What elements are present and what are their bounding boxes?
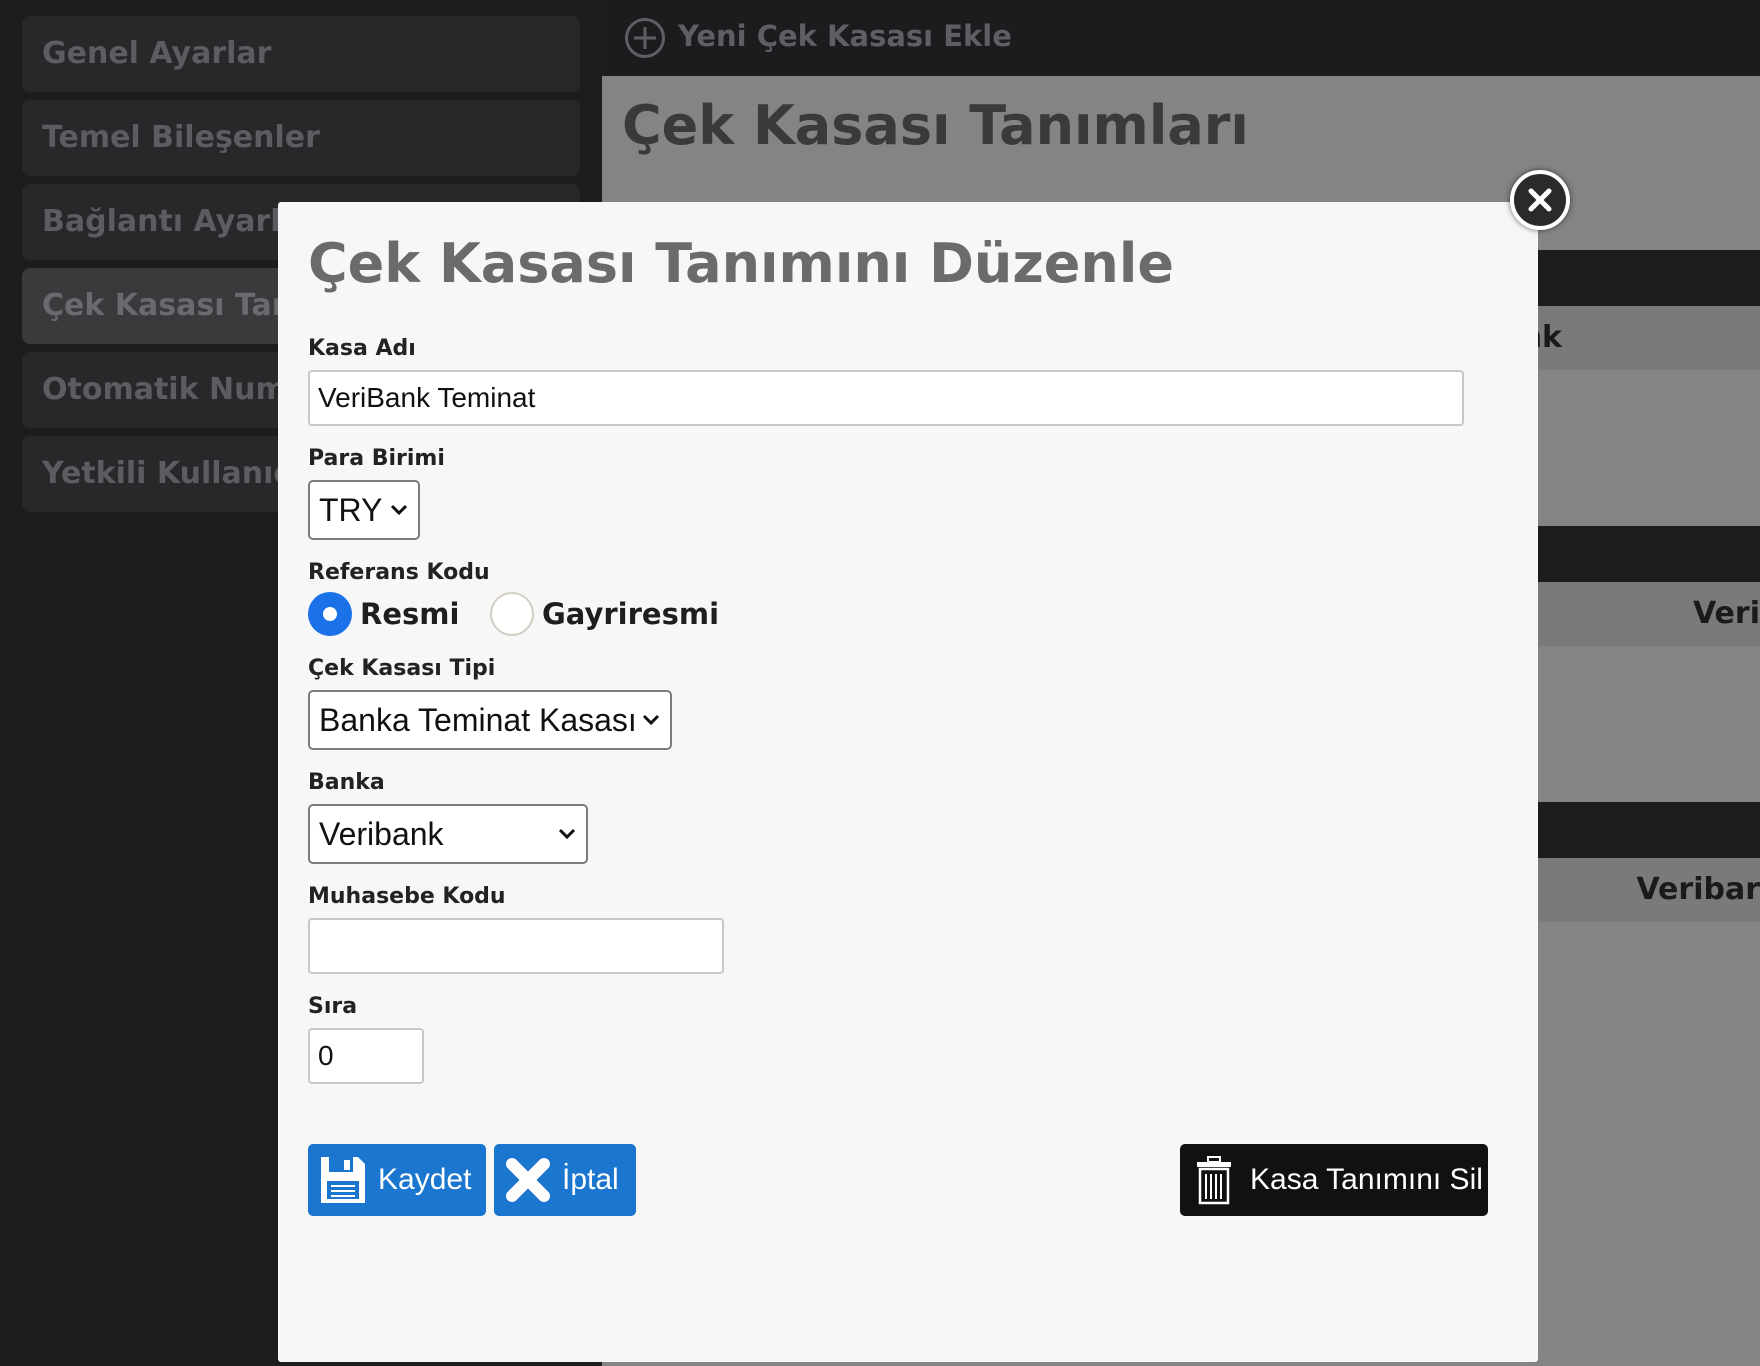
chevron-down-icon bbox=[390, 504, 408, 516]
floppy-disk-icon bbox=[321, 1157, 365, 1203]
x-icon bbox=[506, 1158, 550, 1202]
page-title: Çek Kasası Tanımları bbox=[622, 94, 1249, 157]
kasa-adi-input[interactable] bbox=[308, 370, 1464, 426]
radio-gayriresmi[interactable] bbox=[490, 592, 534, 636]
edit-check-box-modal: Çek Kasası Tanımını Düzenle Kasa Adı Par… bbox=[278, 202, 1538, 1362]
sira-label: Sıra bbox=[308, 994, 358, 1019]
add-new-check-box-link[interactable]: Yeni Çek Kasası Ekle bbox=[678, 0, 1012, 72]
close-icon bbox=[1528, 188, 1552, 212]
sidebar-item-genel-ayarlar[interactable]: Genel Ayarlar bbox=[22, 16, 580, 92]
radio-resmi[interactable] bbox=[308, 592, 352, 636]
top-bar: Yeni Çek Kasası Ekle bbox=[602, 0, 1760, 76]
cancel-button[interactable]: İptal bbox=[494, 1144, 636, 1216]
kasa-tipi-value: Banka Teminat Kasası bbox=[319, 702, 637, 738]
kasa-adi-label: Kasa Adı bbox=[308, 336, 416, 361]
radio-resmi-label[interactable]: Resmi bbox=[360, 592, 459, 636]
chevron-down-icon bbox=[642, 714, 660, 726]
sidebar-item-temel-bilesenler[interactable]: Temel Bileşenler bbox=[22, 100, 580, 176]
cancel-button-label: İptal bbox=[562, 1163, 619, 1196]
delete-button[interactable]: Kasa Tanımını Sil bbox=[1180, 1144, 1488, 1216]
modal-title: Çek Kasası Tanımını Düzenle bbox=[308, 232, 1174, 295]
radio-gayriresmi-label[interactable]: Gayriresmi bbox=[542, 592, 719, 636]
table-cell: Veribar bbox=[1636, 872, 1760, 907]
banka-select[interactable]: Veribank bbox=[308, 804, 588, 864]
delete-button-label: Kasa Tanımını Sil bbox=[1250, 1163, 1483, 1196]
close-modal-button[interactable] bbox=[1510, 170, 1570, 230]
trash-icon bbox=[1197, 1156, 1231, 1205]
banka-label: Banka bbox=[308, 770, 385, 795]
table-cell: Veri bbox=[1692, 596, 1760, 631]
muhasebe-kodu-label: Muhasebe Kodu bbox=[308, 884, 506, 909]
para-birimi-value: TRY bbox=[319, 492, 383, 528]
banka-value: Veribank bbox=[319, 816, 444, 852]
chevron-down-icon bbox=[558, 828, 576, 840]
sira-input[interactable] bbox=[308, 1028, 424, 1084]
save-button[interactable]: Kaydet bbox=[308, 1144, 486, 1216]
para-birimi-label: Para Birimi bbox=[308, 446, 445, 471]
referans-kodu-label: Referans Kodu bbox=[308, 560, 490, 585]
plus-circle-icon[interactable] bbox=[624, 17, 666, 59]
kasa-tipi-label: Çek Kasası Tipi bbox=[308, 656, 496, 681]
kasa-tipi-select[interactable]: Banka Teminat Kasası bbox=[308, 690, 672, 750]
muhasebe-kodu-input[interactable] bbox=[308, 918, 724, 974]
para-birimi-select[interactable]: TRY bbox=[308, 480, 420, 540]
save-button-label: Kaydet bbox=[378, 1163, 472, 1196]
